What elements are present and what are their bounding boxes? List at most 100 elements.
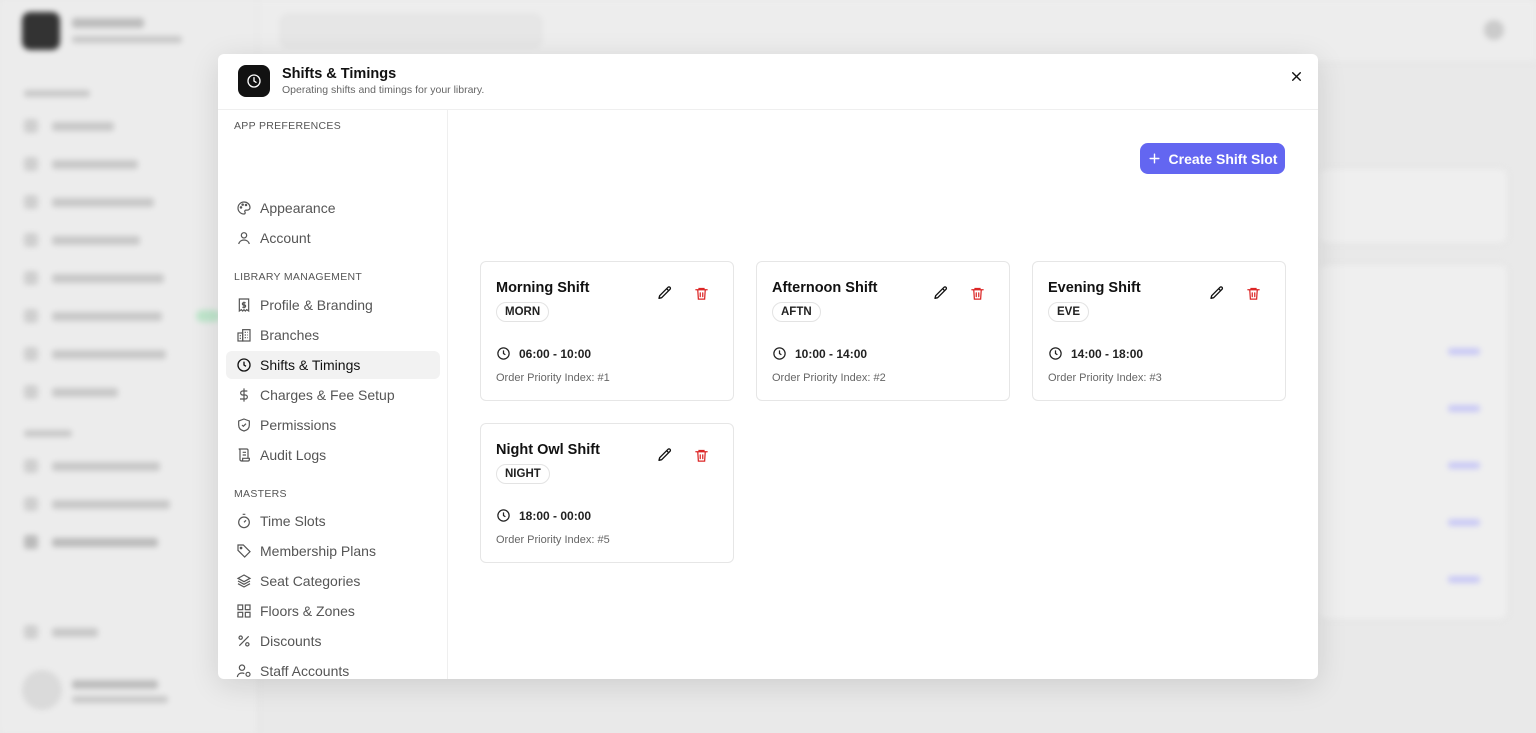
nav-item-label: Time Slots bbox=[260, 513, 326, 529]
nav-item-label: Discounts bbox=[260, 633, 322, 649]
nav-item-audit-logs[interactable]: Audit Logs bbox=[226, 441, 440, 469]
shift-time: 18:00 - 00:00 bbox=[519, 508, 592, 523]
close-icon bbox=[1291, 71, 1301, 81]
grid-icon bbox=[236, 603, 252, 619]
shift-name: Morning Shift bbox=[496, 280, 590, 296]
pencil-icon bbox=[934, 286, 948, 299]
create-shift-slot-button[interactable]: Create Shift Slot bbox=[1140, 143, 1285, 174]
nav-item-label: Branches bbox=[260, 327, 320, 343]
nav-section-title: APP PREFERENCES bbox=[234, 120, 342, 132]
background-card bbox=[1318, 168, 1508, 244]
shift-time: 06:00 - 10:00 bbox=[519, 346, 592, 361]
close-button[interactable] bbox=[1284, 64, 1308, 88]
timer-icon bbox=[236, 513, 252, 529]
user-cog-icon bbox=[236, 663, 252, 679]
shift-priority: Order Priority Index: #2 bbox=[772, 372, 886, 384]
scroll-icon bbox=[236, 447, 252, 463]
delete-shift-button[interactable] bbox=[691, 445, 711, 465]
shift-time: 14:00 - 18:00 bbox=[1071, 346, 1144, 361]
nav-item-account[interactable]: Account bbox=[226, 224, 440, 252]
nav-item-label: Seat Categories bbox=[260, 573, 361, 589]
pencil-icon bbox=[658, 286, 672, 299]
edit-shift-button[interactable] bbox=[655, 283, 675, 303]
create-shift-slot-label: Create Shift Slot bbox=[1168, 150, 1278, 167]
clock-icon bbox=[238, 65, 270, 97]
shift-card: Morning Shift MORN 06:00 - 10:00 Order P… bbox=[480, 261, 734, 401]
edit-shift-button[interactable] bbox=[931, 283, 951, 303]
shift-code-badge: NIGHT bbox=[496, 464, 550, 484]
nav-item-branches[interactable]: Branches bbox=[226, 321, 440, 349]
nav-item-profile-branding[interactable]: Profile & Branding bbox=[226, 291, 440, 319]
trash-icon bbox=[694, 449, 708, 462]
pencil-icon bbox=[1210, 286, 1224, 299]
nav-item-label: Membership Plans bbox=[260, 543, 376, 559]
percent-icon bbox=[236, 633, 252, 649]
nav-section-title: LIBRARY MANAGEMENT bbox=[234, 271, 363, 283]
shift-time-row: 06:00 - 10:00 bbox=[496, 346, 591, 361]
shift-card: Evening Shift EVE 14:00 - 18:00 Order Pr… bbox=[1032, 261, 1286, 401]
clock-icon bbox=[773, 347, 786, 360]
shift-code-badge: MORN bbox=[496, 302, 550, 322]
tag-icon bbox=[236, 543, 252, 559]
nav-item-staff-accounts[interactable]: Staff Accounts bbox=[226, 657, 440, 679]
nav-item-label: Staff Accounts bbox=[260, 663, 350, 679]
nav-item-label: Audit Logs bbox=[260, 447, 327, 463]
nav-item-floors-zones[interactable]: Floors & Zones bbox=[226, 597, 440, 625]
delete-shift-button[interactable] bbox=[1243, 283, 1263, 303]
shifts-content: Create Shift Slot Morning Shift MORN 06:… bbox=[448, 110, 1318, 679]
settings-nav: APP PREFERENCES Appearance Account LIBRA… bbox=[218, 110, 448, 679]
shift-time-row: 18:00 - 00:00 bbox=[496, 508, 591, 523]
nav-item-appearance[interactable]: Appearance bbox=[226, 194, 440, 222]
layers-icon bbox=[236, 573, 252, 589]
shield-check-icon bbox=[236, 417, 252, 433]
shift-card: Night Owl Shift NIGHT 18:00 - 00:00 Orde… bbox=[480, 423, 734, 563]
user-icon bbox=[236, 230, 252, 246]
modal-title: Shifts & Timings bbox=[282, 66, 397, 82]
nav-item-label: Permissions bbox=[260, 417, 337, 433]
trash-icon bbox=[1246, 287, 1260, 300]
nav-item-shifts-timings[interactable]: Shifts & Timings bbox=[226, 351, 440, 379]
edit-shift-button[interactable] bbox=[1207, 283, 1227, 303]
plus-icon bbox=[1149, 153, 1160, 164]
shift-name: Night Owl Shift bbox=[496, 442, 600, 458]
modal-header: Shifts & Timings Operating shifts and ti… bbox=[218, 54, 1318, 110]
shift-priority: Order Priority Index: #3 bbox=[1048, 372, 1162, 384]
nav-item-charges-fee-setup[interactable]: Charges & Fee Setup bbox=[226, 381, 440, 409]
nav-item-seat-categories[interactable]: Seat Categories bbox=[226, 567, 440, 595]
background-table bbox=[1318, 264, 1508, 620]
shift-time: 10:00 - 14:00 bbox=[795, 346, 868, 361]
building-icon bbox=[236, 327, 252, 343]
shift-time-row: 14:00 - 18:00 bbox=[1048, 346, 1143, 361]
clock-icon bbox=[497, 347, 510, 360]
nav-item-label: Floors & Zones bbox=[260, 603, 355, 619]
nav-item-discounts[interactable]: Discounts bbox=[226, 627, 440, 655]
nav-section-title: MASTERS bbox=[234, 488, 287, 500]
nav-item-label: Charges & Fee Setup bbox=[260, 387, 395, 403]
delete-shift-button[interactable] bbox=[967, 283, 987, 303]
shift-name: Evening Shift bbox=[1048, 280, 1141, 296]
background-avatar bbox=[1484, 20, 1504, 40]
shift-name: Afternoon Shift bbox=[772, 280, 878, 296]
palette-icon bbox=[236, 200, 252, 216]
trash-icon bbox=[970, 287, 984, 300]
shift-priority: Order Priority Index: #1 bbox=[496, 372, 610, 384]
nav-item-membership-plans[interactable]: Membership Plans bbox=[226, 537, 440, 565]
clock-icon bbox=[497, 509, 510, 522]
shift-card: Afternoon Shift AFTN 10:00 - 14:00 Order… bbox=[756, 261, 1010, 401]
shift-priority: Order Priority Index: #5 bbox=[496, 534, 610, 546]
nav-item-time-slots[interactable]: Time Slots bbox=[226, 507, 440, 535]
trash-icon bbox=[694, 287, 708, 300]
clock-icon bbox=[1049, 347, 1062, 360]
shifts-timings-modal: Shifts & Timings Operating shifts and ti… bbox=[218, 54, 1318, 679]
pencil-icon bbox=[658, 448, 672, 461]
nav-item-label: Shifts & Timings bbox=[260, 357, 361, 373]
shift-code-badge: AFTN bbox=[772, 302, 821, 322]
nav-item-label: Account bbox=[260, 230, 311, 246]
nav-item-permissions[interactable]: Permissions bbox=[226, 411, 440, 439]
background-search bbox=[280, 14, 542, 48]
clock-icon bbox=[236, 357, 252, 373]
dollar-icon bbox=[236, 387, 252, 403]
delete-shift-button[interactable] bbox=[691, 283, 711, 303]
edit-shift-button[interactable] bbox=[655, 445, 675, 465]
modal-subtitle: Operating shifts and timings for your li… bbox=[282, 84, 485, 96]
